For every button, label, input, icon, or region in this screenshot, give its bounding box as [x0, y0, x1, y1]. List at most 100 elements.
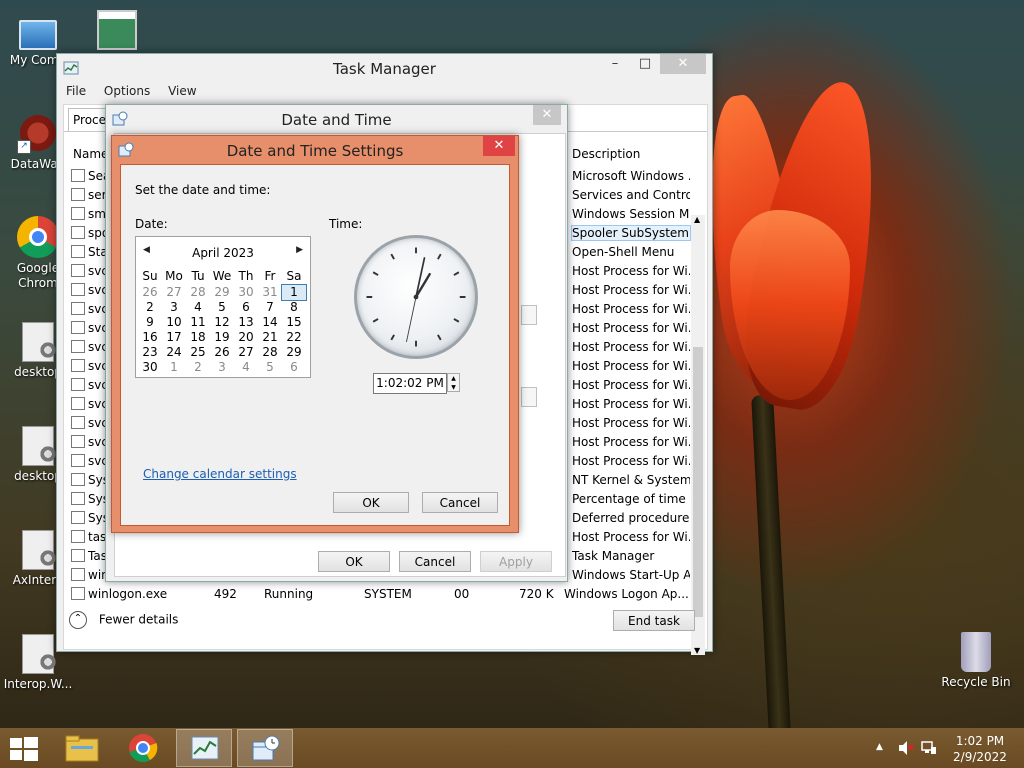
menu-view[interactable]: View: [168, 84, 196, 98]
calendar-day[interactable]: 21: [258, 330, 282, 345]
calendar-day[interactable]: 27: [162, 285, 186, 300]
process-description: NT Kernel & System: [572, 473, 690, 487]
desktop-icon-security-center[interactable]: [79, 10, 155, 53]
show-hidden-icons-icon[interactable]: ▲: [876, 742, 883, 752]
calendar-day[interactable]: 3: [162, 300, 186, 315]
time-input[interactable]: 1:02:02 PM: [373, 373, 447, 394]
clock-date: 2/9/2022: [953, 750, 1007, 764]
spin-up-icon[interactable]: ▲: [448, 374, 459, 383]
process-description: Host Process for Wi...: [572, 283, 690, 297]
calendar-day[interactable]: 24: [162, 345, 186, 360]
calendar-day[interactable]: 7: [258, 300, 282, 315]
calendar-day[interactable]: 14: [258, 315, 282, 330]
system-clock[interactable]: 1:02 PM 2/9/2022: [950, 733, 1010, 765]
end-task-button[interactable]: End task: [613, 610, 695, 631]
calendar-day[interactable]: 23: [138, 345, 162, 360]
calendar-day[interactable]: 1: [162, 360, 186, 375]
calendar-day[interactable]: 28: [186, 285, 210, 300]
column-header-name[interactable]: Name: [73, 147, 108, 161]
cancel-button[interactable]: Cancel: [399, 551, 471, 572]
calendar-day[interactable]: 4: [186, 300, 210, 315]
calendar-day[interactable]: 16: [138, 330, 162, 345]
process-list-scrollbar[interactable]: ▲ ▼: [691, 215, 705, 655]
taskbar-task-manager[interactable]: [176, 729, 232, 767]
calendar-day[interactable]: 5: [210, 300, 234, 315]
calendar-day[interactable]: 13: [234, 315, 258, 330]
task-manager-titlebar[interactable]: Task Manager – □ ✕: [57, 54, 712, 82]
calendar-day[interactable]: 20: [234, 330, 258, 345]
desktop-icon-label: Interop.W...: [3, 677, 73, 691]
speaker-muted-icon[interactable]: [898, 741, 914, 755]
spin-down-icon[interactable]: ▼: [448, 383, 459, 392]
calendar-day[interactable]: 31: [258, 285, 282, 300]
calendar-day[interactable]: 28: [258, 345, 282, 360]
date-and-time-titlebar[interactable]: Date and Time ✕: [106, 105, 567, 133]
calendar-day[interactable]: 26: [210, 345, 234, 360]
close-button[interactable]: ✕: [483, 136, 515, 156]
change-calendar-settings-link[interactable]: Change calendar settings: [143, 467, 297, 481]
shortcut-arrow-icon: ↗: [17, 140, 31, 154]
scroll-up-icon[interactable]: ▲: [694, 215, 700, 224]
calendar-day[interactable]: 29: [210, 285, 234, 300]
calendar-day[interactable]: 11: [186, 315, 210, 330]
calendar-day[interactable]: 27: [234, 345, 258, 360]
minimize-button[interactable]: –: [600, 54, 630, 74]
calendar-month-header[interactable]: April 2023: [136, 246, 310, 260]
fewer-details-toggle[interactable]: ⌃ Fewer details: [69, 611, 178, 629]
close-button[interactable]: ✕: [660, 54, 706, 74]
calendar-day[interactable]: 12: [210, 315, 234, 330]
process-description: Host Process for Wi...: [572, 359, 690, 373]
calendar-day[interactable]: 2: [186, 360, 210, 375]
next-month-icon[interactable]: ▶: [296, 245, 303, 255]
calendar-day[interactable]: 4: [234, 360, 258, 375]
calendar-day[interactable]: 15: [282, 315, 306, 330]
clock-tick: [437, 334, 442, 341]
button-partial[interactable]: [521, 387, 537, 407]
calendar-day[interactable]: 30: [138, 360, 162, 375]
cancel-button[interactable]: Cancel: [422, 492, 498, 513]
process-user: SYSTEM: [364, 587, 412, 601]
taskbar-chrome[interactable]: [115, 729, 171, 767]
taskbar-date-time[interactable]: [237, 729, 293, 767]
scrollbar-thumb[interactable]: [693, 347, 703, 617]
table-row[interactable]: winlogon.exe 492 Running SYSTEM 00 720 K Windo…: [64, 585, 704, 604]
process-icon: [71, 207, 85, 220]
button-partial[interactable]: [521, 305, 537, 325]
calendar-day[interactable]: 9: [138, 315, 162, 330]
apply-button[interactable]: Apply: [480, 551, 552, 572]
calendar-weekday: Tu: [191, 269, 205, 283]
window-title: Date and Time Settings: [226, 142, 404, 160]
calendar-day[interactable]: 25: [186, 345, 210, 360]
column-header-description[interactable]: Description: [572, 147, 640, 161]
ok-button[interactable]: OK: [333, 492, 409, 513]
calendar-day[interactable]: 19: [210, 330, 234, 345]
calendar-day[interactable]: 8: [282, 300, 306, 315]
network-icon[interactable]: [921, 740, 937, 756]
calendar-day[interactable]: 3: [210, 360, 234, 375]
calendar-weekday: Su: [142, 269, 158, 283]
calendar-day[interactable]: 5: [258, 360, 282, 375]
ok-button[interactable]: OK: [318, 551, 390, 572]
calendar-day-selected[interactable]: 1: [281, 284, 307, 301]
windows-start-icon[interactable]: [10, 737, 38, 761]
taskbar-file-explorer[interactable]: [54, 729, 110, 767]
calendar-day[interactable]: 6: [234, 300, 258, 315]
calendar-day[interactable]: 2: [138, 300, 162, 315]
calendar-day[interactable]: 26: [138, 285, 162, 300]
calendar-day[interactable]: 6: [282, 360, 306, 375]
calendar-day[interactable]: 18: [186, 330, 210, 345]
close-button[interactable]: ✕: [533, 105, 561, 125]
process-description: Host Process for Wi...: [572, 416, 690, 430]
calendar-day[interactable]: 10: [162, 315, 186, 330]
maximize-button[interactable]: □: [630, 54, 660, 74]
menu-file[interactable]: File: [66, 84, 86, 98]
scroll-down-icon[interactable]: ▼: [694, 646, 700, 655]
calendar-day[interactable]: 22: [282, 330, 306, 345]
calendar-day[interactable]: 29: [282, 345, 306, 360]
date-time-settings-titlebar[interactable]: Date and Time Settings ✕: [112, 136, 518, 164]
calendar-day[interactable]: 17: [162, 330, 186, 345]
time-spinner[interactable]: ▲ ▼: [447, 373, 460, 392]
calendar-day[interactable]: 30: [234, 285, 258, 300]
desktop-icon-recycle-bin[interactable]: Recycle Bin: [936, 632, 1016, 689]
menu-options[interactable]: Options: [104, 84, 150, 98]
